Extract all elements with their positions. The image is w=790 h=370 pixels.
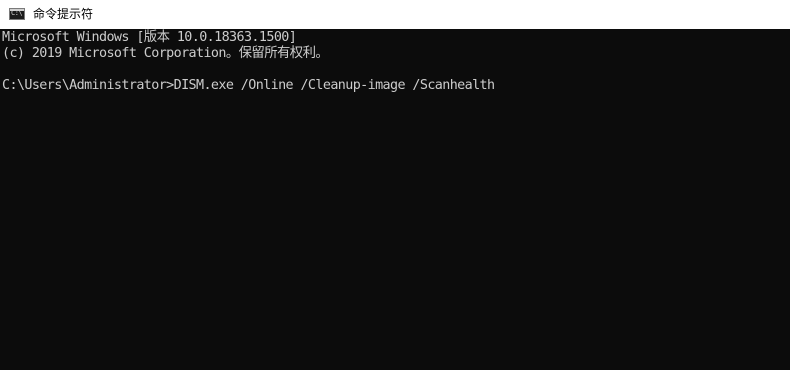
cmd-icon-glyph: C:\ xyxy=(11,9,23,17)
window-title: 命令提示符 xyxy=(33,7,94,21)
console-line-command: C:\Users\Administrator>DISM.exe /Online … xyxy=(2,78,495,93)
console-line-version: Microsoft Windows [版本 10.0.18363.1500] xyxy=(2,30,297,45)
cmd-icon: C:\ xyxy=(9,8,25,20)
console-output[interactable]: Microsoft Windows [版本 10.0.18363.1500] (… xyxy=(0,29,790,370)
command-prompt-window: C:\ 命令提示符 Microsoft Windows [版本 10.0.183… xyxy=(0,0,790,370)
title-bar[interactable]: C:\ 命令提示符 xyxy=(0,0,790,29)
console-line-copyright: (c) 2019 Microsoft Corporation。保留所有权利。 xyxy=(2,46,329,61)
